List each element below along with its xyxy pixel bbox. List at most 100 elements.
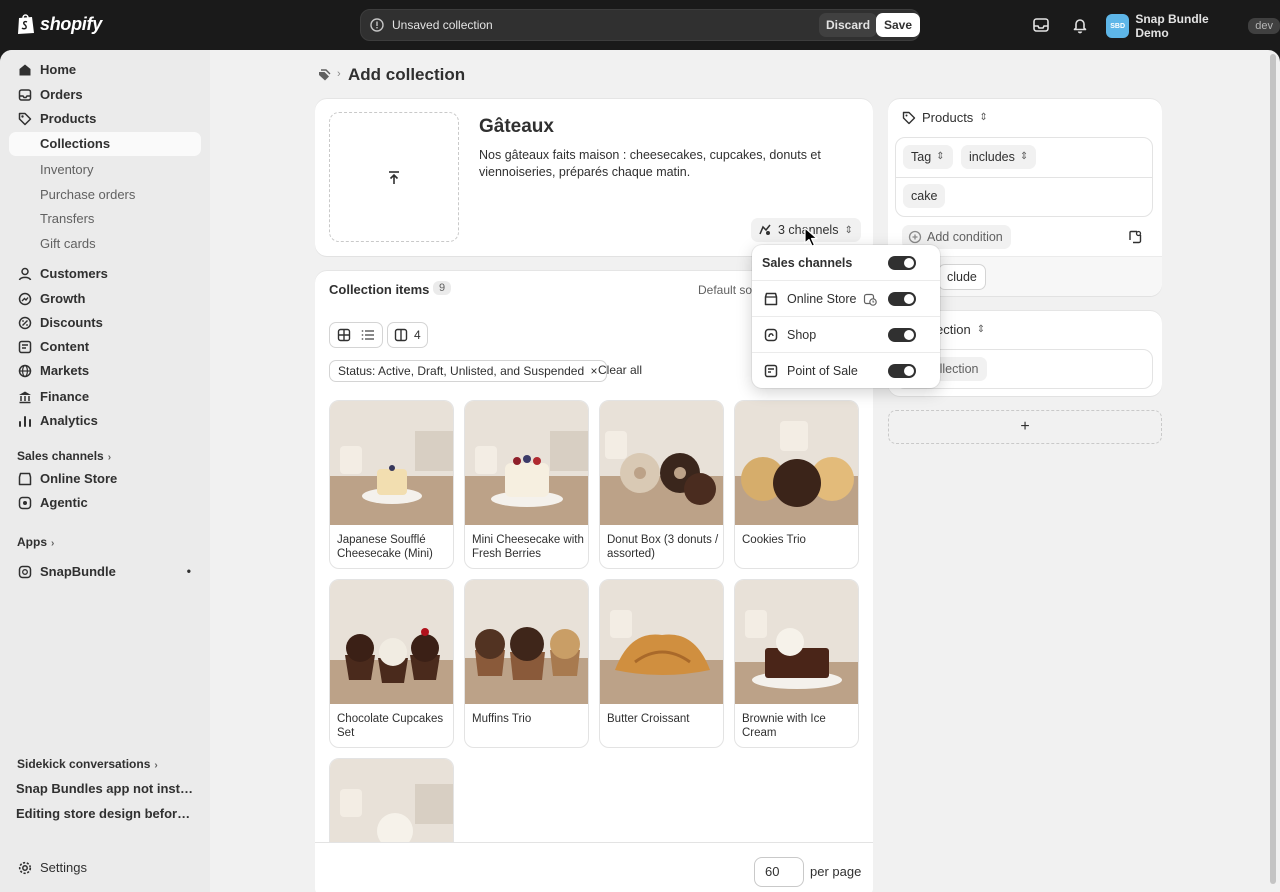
clear-all-link[interactable]: Clear all: [598, 363, 642, 377]
parent-collection-heading[interactable]: ection ⇕: [936, 322, 985, 337]
sidebar-item-transfers[interactable]: Transfers: [40, 211, 94, 226]
shopify-logo[interactable]: shopify: [16, 13, 102, 35]
sidebar-item-snapbundle[interactable]: SnapBundle •: [9, 560, 201, 584]
schedule-icon[interactable]: [863, 292, 877, 306]
content-icon: [18, 340, 32, 354]
sort-select[interactable]: Default sor: [698, 283, 756, 297]
condition-field-select[interactable]: Tag ⇕: [903, 145, 953, 169]
sidebar-item-customers[interactable]: Customers: [9, 262, 201, 286]
sidebar-item-inventory[interactable]: Inventory: [40, 162, 93, 177]
sidebar-item-products[interactable]: Products: [9, 107, 201, 131]
sales-channels-heading[interactable]: Sales channels ›: [17, 449, 111, 463]
sidebar-item-label: Discounts: [40, 315, 103, 330]
sidebar-item-gift-cards[interactable]: Gift cards: [40, 236, 96, 251]
image-upload-dropzone[interactable]: [329, 112, 459, 242]
shop-toggle[interactable]: [888, 328, 916, 342]
columns-button[interactable]: 4: [387, 322, 428, 348]
sidebar-item-finance[interactable]: Finance: [9, 385, 201, 409]
conditions-heading-label: Products: [922, 110, 974, 125]
sidebar-item-growth[interactable]: Growth: [9, 287, 201, 311]
inbox-icon[interactable]: [1031, 15, 1051, 35]
product-image: [465, 580, 588, 704]
add-section-button[interactable]: +: [888, 410, 1162, 444]
sidebar-item-label: Products: [40, 111, 97, 126]
collection-title[interactable]: Gâteaux: [479, 116, 554, 138]
sidekick-heading[interactable]: Sidekick conversations ›: [17, 757, 158, 771]
heading-label: Apps: [17, 535, 47, 549]
top-bar: shopify Unsaved collection Discard Save …: [0, 0, 1280, 50]
condition-value: cake: [911, 189, 938, 203]
store-switcher[interactable]: SBD Snap Bundle Demo dev: [1106, 12, 1280, 40]
product-card[interactable]: Cookies Trio: [734, 400, 859, 569]
sidebar-item-settings[interactable]: Settings: [9, 856, 201, 880]
orders-icon: [18, 89, 32, 101]
discard-button[interactable]: Discard: [819, 13, 878, 37]
product-card[interactable]: Butter Croissant: [599, 579, 724, 748]
remove-filter-icon[interactable]: ×: [590, 364, 597, 378]
product-image: [330, 580, 453, 704]
per-page-input[interactable]: 60: [754, 857, 804, 887]
page-title: Add collection: [348, 65, 466, 84]
sidekick-conversation-item[interactable]: Editing store design before lau...: [16, 806, 196, 821]
collections-breadcrumb-icon[interactable]: [316, 67, 332, 83]
sidebar-item-home[interactable]: Home: [9, 58, 201, 82]
exclude-button[interactable]: clude: [938, 264, 986, 290]
product-name: Chocolate Cupcakes Set: [337, 713, 444, 739]
sidebar-item-purchase-orders[interactable]: Purchase orders: [40, 187, 135, 202]
scrollbar[interactable]: [1270, 54, 1276, 884]
sidebar-item-discounts[interactable]: Discounts: [9, 311, 201, 335]
sidebar-item-label: Growth: [40, 291, 86, 306]
alert-circle-icon: [370, 18, 384, 32]
condition-operator-select[interactable]: includes ⇕: [961, 145, 1037, 169]
sidekick-conversation-item[interactable]: Snap Bundles app not installed: [16, 781, 196, 796]
product-card[interactable]: Japanese Soufflé Cheesecake (Mini): [329, 400, 454, 569]
sidebar-item-content[interactable]: Content: [9, 335, 201, 359]
sidebar-item-analytics[interactable]: Analytics: [9, 409, 201, 433]
columns-icon: [394, 328, 408, 342]
sidebar-item-markets[interactable]: Markets: [9, 359, 201, 383]
unsaved-changes-bar: Unsaved collection Discard Save: [360, 9, 921, 41]
apps-heading[interactable]: Apps ›: [17, 535, 54, 549]
divider: [896, 177, 1152, 178]
sidebar-item-label: Home: [40, 62, 77, 77]
product-image: [600, 401, 723, 525]
sidebar-item-agentic[interactable]: Agentic: [9, 491, 201, 515]
select-chevrons-icon: ⇕: [976, 324, 986, 335]
all-channels-toggle[interactable]: [888, 256, 916, 270]
product-card[interactable]: Muffins Trio: [464, 579, 589, 748]
product-image: [600, 580, 723, 704]
items-title: Collection items: [329, 282, 430, 297]
product-card[interactable]: Donut Box (3 donuts / assorted): [599, 400, 724, 569]
channel-row-shop: Shop: [752, 317, 940, 353]
view-mode-toggle[interactable]: [329, 322, 383, 348]
app-icon: [18, 565, 32, 579]
sidebar-item-online-store[interactable]: Online Store: [9, 467, 201, 491]
product-card[interactable]: Mini Cheesecake with Fresh Berries: [464, 400, 589, 569]
product-card[interactable]: Brownie with Ice Cream: [734, 579, 859, 748]
store-badge: dev: [1248, 18, 1280, 34]
status-filter-pill[interactable]: Status: Active, Draft, Unlisted, and Sus…: [329, 360, 607, 382]
save-button[interactable]: Save: [876, 13, 921, 37]
condition-field: Tag: [911, 150, 932, 164]
product-image: [735, 580, 858, 704]
condition-value-input[interactable]: cake: [903, 184, 946, 208]
list-view-icon[interactable]: [361, 328, 375, 342]
grid-view-icon[interactable]: [337, 328, 351, 342]
shopify-bag-icon: [18, 14, 34, 34]
agentic-icon: [18, 496, 32, 510]
sidebar-item-orders[interactable]: Orders: [9, 83, 201, 107]
chevron-right-icon: ›: [107, 452, 112, 463]
sidebar-item-collections[interactable]: Collections: [9, 132, 201, 156]
edit-conditions-icon[interactable]: [1127, 229, 1143, 245]
online-store-toggle[interactable]: [888, 292, 916, 306]
channel-name: Online Store: [787, 292, 857, 306]
conditions-heading[interactable]: Products ⇕: [902, 110, 988, 125]
sidebar-item-label: Customers: [40, 266, 108, 281]
tag-icon: [902, 111, 916, 124]
bell-icon[interactable]: [1070, 15, 1090, 35]
product-image: [735, 401, 858, 525]
collection-description[interactable]: Nos gâteaux faits maison : cheesecakes, …: [479, 147, 839, 181]
point-of-sale-toggle[interactable]: [888, 364, 916, 378]
product-card[interactable]: Chocolate Cupcakes Set: [329, 579, 454, 748]
popover-header-row: Sales channels: [752, 245, 940, 281]
